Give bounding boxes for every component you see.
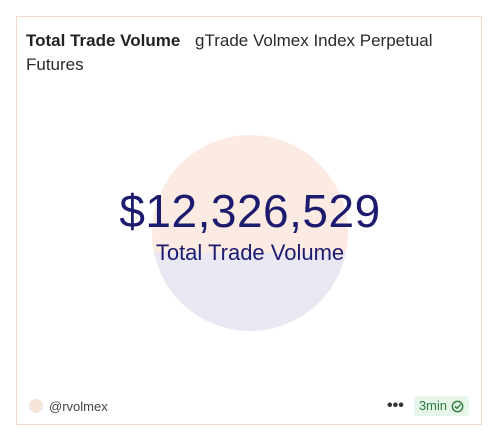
time-label: 3min — [418, 398, 447, 413]
refresh-badge: 3min — [413, 396, 469, 416]
metric-value: $12,326,529 — [119, 185, 381, 237]
footer-actions: ••• 3min — [387, 396, 469, 416]
avatar — [29, 399, 43, 413]
card-header: Total Trade Volume gTrade Volmex Index P… — [26, 29, 466, 77]
card-title: Total Trade Volume — [26, 31, 181, 50]
author[interactable]: @rvolmex — [29, 399, 108, 414]
card-footer: @rvolmex ••• 3min — [29, 395, 469, 417]
dashboard-card: Total Trade Volume gTrade Volmex Index P… — [16, 16, 482, 425]
check-circle-icon — [451, 400, 464, 412]
metric-label: Total Trade Volume — [155, 240, 345, 265]
more-horizontal-icon[interactable]: ••• — [387, 398, 404, 414]
author-handle: @rvolmex — [49, 398, 108, 414]
